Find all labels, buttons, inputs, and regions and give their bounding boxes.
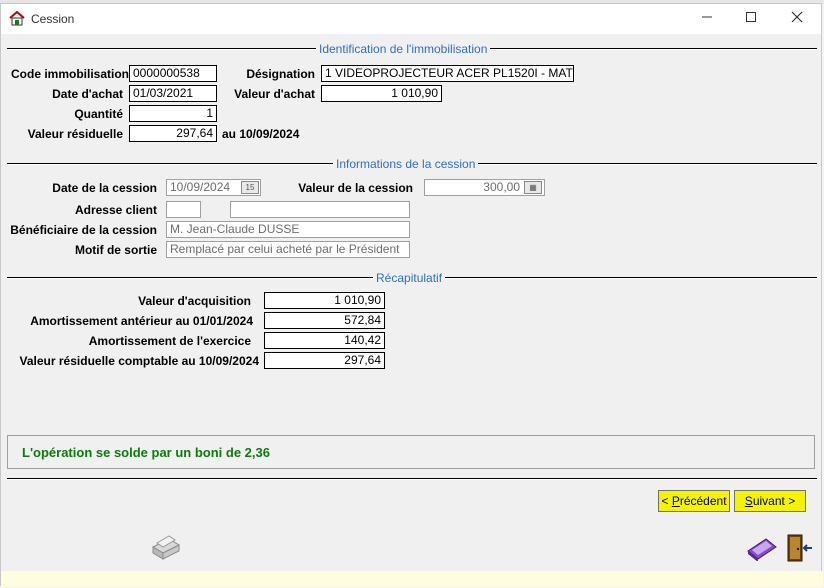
adresse-client-code-field[interactable] bbox=[166, 201, 201, 218]
amortissement-anterieur-label: Amortissement antérieur au 01/01/2024 bbox=[30, 314, 253, 328]
chevron-right-icon: > bbox=[788, 494, 796, 508]
date-achat-field[interactable]: 01/03/2021 bbox=[129, 85, 217, 102]
beneficiaire-field[interactable]: M. Jean-Claude DUSSE bbox=[166, 221, 410, 238]
valeur-achat-label: Valeur d'achat bbox=[234, 87, 315, 101]
valeur-acquisition-label: Valeur d'acquisition bbox=[138, 294, 251, 308]
valeur-residuelle-comptable-label: Valeur résiduelle comptable au 10/09/202… bbox=[19, 354, 259, 368]
adresse-client-label: Adresse client bbox=[74, 203, 157, 217]
section-title-identification: Identification de l'immobilisation bbox=[316, 42, 491, 56]
adresse-client-field[interactable] bbox=[230, 201, 410, 218]
code-immobilisation-label: Code immobilisation bbox=[11, 67, 130, 81]
valeur-residuelle-date: au 10/09/2024 bbox=[222, 127, 300, 141]
section-title-recap: Récapitulatif bbox=[373, 271, 446, 285]
maximize-icon[interactable] bbox=[731, 6, 771, 32]
section-title-cession: Informations de la cession bbox=[333, 157, 479, 171]
chevron-left-icon: < bbox=[661, 494, 669, 508]
exit-door-icon[interactable] bbox=[785, 533, 813, 563]
date-achat-label: Date d'achat bbox=[52, 87, 123, 101]
motif-sortie-field[interactable]: Remplacé par celui acheté par le Préside… bbox=[166, 241, 410, 258]
calendar-icon[interactable]: 15 bbox=[241, 181, 259, 194]
amortissement-exercice-label: Amortissement de l'exercice bbox=[88, 334, 251, 348]
date-cession-label: Date de la cession bbox=[52, 181, 157, 195]
minimize-icon[interactable] bbox=[687, 6, 727, 32]
quantite-label: Quantité bbox=[74, 107, 123, 121]
valeur-achat-field[interactable]: 1 010,90 bbox=[321, 85, 442, 102]
suivant-button[interactable]: Suivant > bbox=[734, 490, 806, 512]
validate-book-icon[interactable] bbox=[746, 533, 778, 562]
print-icon[interactable] bbox=[149, 531, 181, 561]
quantite-field[interactable]: 1 bbox=[129, 105, 217, 122]
precedent-label: récédent bbox=[679, 494, 727, 508]
precedent-hotkey: P bbox=[671, 494, 680, 508]
valeur-residuelle-field[interactable]: 297,64 bbox=[129, 125, 217, 142]
valeur-cession-value: 300,00 bbox=[483, 180, 520, 194]
footer-divider bbox=[7, 478, 817, 480]
suivant-label: uivant bbox=[752, 494, 785, 508]
amortissement-exercice-field[interactable]: 140,42 bbox=[264, 332, 385, 349]
date-cession-value: 10/09/2024 bbox=[170, 180, 231, 194]
valeur-cession-label: Valeur de la cession bbox=[298, 181, 413, 195]
cession-window: Cession Identification de l'immobilisati… bbox=[0, 3, 823, 587]
close-icon[interactable] bbox=[777, 6, 817, 32]
valeur-acquisition-field[interactable]: 1 010,90 bbox=[264, 292, 385, 309]
designation-label: Désignation bbox=[246, 67, 315, 81]
result-message: L'opération se solde par un boni de 2,36 bbox=[22, 445, 270, 460]
valeur-residuelle-comptable-field[interactable]: 297,64 bbox=[264, 352, 385, 369]
valeur-residuelle-label: Valeur résiduelle bbox=[27, 127, 123, 141]
beneficiaire-label: Bénéficiaire de la cession bbox=[10, 223, 157, 237]
building-icon bbox=[9, 10, 25, 26]
designation-field[interactable]: 1 VIDEOPROJECTEUR ACER PL1520I - MATERIE… bbox=[321, 65, 574, 82]
title-bar: Cession bbox=[1, 4, 821, 34]
motif-sortie-label: Motif de sortie bbox=[74, 243, 157, 257]
window-title: Cession bbox=[31, 12, 75, 26]
status-bar bbox=[1, 571, 823, 587]
code-immobilisation-field[interactable]: 0000000538 bbox=[129, 65, 217, 82]
suivant-hotkey: S bbox=[744, 494, 753, 508]
calculator-icon[interactable]: ▦ bbox=[524, 181, 542, 194]
precedent-button[interactable]: < Précédent bbox=[658, 490, 730, 512]
amortissement-anterieur-field[interactable]: 572,84 bbox=[264, 312, 385, 329]
result-message-box: L'opération se solde par un boni de 2,36 bbox=[7, 435, 815, 469]
